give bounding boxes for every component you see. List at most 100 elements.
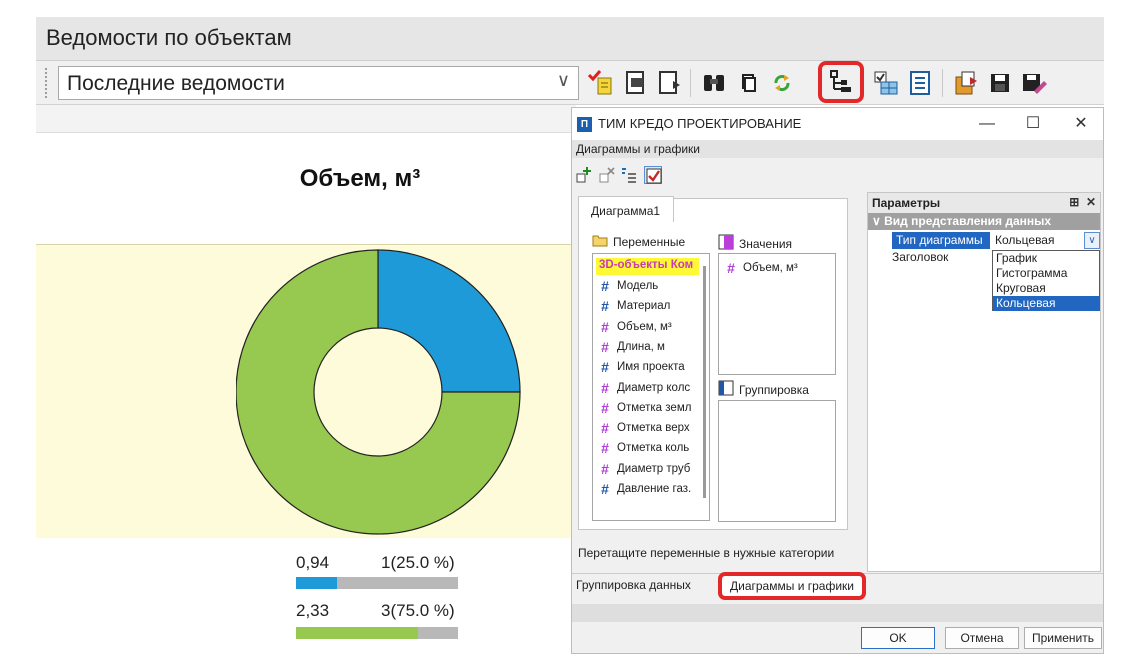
ok-button[interactable]: OK [861,627,935,649]
chevron-down-icon[interactable]: ∨ [872,214,881,228]
grouping-grid-icon [718,380,734,399]
tab-diagram1[interactable]: Диаграмма1 [578,196,674,222]
delete-chart-button[interactable] [598,166,616,184]
option-graph[interactable]: График [993,251,1099,266]
chart-title: Объем, м³ [299,165,421,192]
parameters-header: Параметры ⊞ ✕ [868,193,1100,213]
document-open-icon [626,71,644,94]
floppy-disk-icon [991,74,1009,92]
toolbar-separator [690,69,691,97]
report-check-icon [588,70,612,95]
refresh-icon [774,75,790,91]
panel-controls[interactable]: ⊞ ✕ [1069,195,1096,209]
report-check-button[interactable] [586,67,618,99]
main-toolbar: Последние ведомости ∨ [36,61,1104,105]
folder-icon [592,234,608,250]
duplicate-icon [742,74,756,92]
variable-item-label: Давление газ. [617,483,692,495]
sort-button[interactable] [620,166,638,184]
variable-item[interactable]: # Отметка коль [599,440,689,456]
apply-button[interactable]: Применить [1024,627,1102,649]
screen: Ведомости по объектам Последние ведомост… [0,0,1139,671]
values-item[interactable]: # Объем, м³ [725,260,798,276]
open-report-button[interactable] [620,67,652,99]
dialog-titlebar[interactable]: П ТИМ КРЕДО ПРОЕКТИРОВАНИЕ — ☐ ✕ [572,108,1103,140]
variable-item-label: Длина, м [617,340,665,353]
variable-item[interactable]: # Диаметр колс [599,380,690,396]
variable-item-label: Отметка земл [617,401,692,414]
variable-item-label: Модель [617,280,659,292]
cancel-button[interactable]: Отмена [945,627,1019,649]
copy-report-button[interactable] [654,67,686,99]
refresh-button[interactable] [766,67,798,99]
table-check-button[interactable] [870,67,902,99]
variable-item[interactable]: # Диаметр труб [599,461,690,477]
save-button[interactable] [984,67,1016,99]
apply-check-button[interactable] [644,166,662,184]
hash-icon: # [601,359,609,376]
variable-item[interactable]: # Материал [599,298,670,314]
variable-item[interactable]: # Модель [599,278,658,294]
legend-bar-fill-2 [296,627,418,639]
values-grid-icon [718,234,734,253]
chart-type-select[interactable]: Кольцевая [992,232,1084,249]
chart-type-dropdown: График Гистограмма Круговая Кольцевая [992,250,1100,311]
grouping-drop-zone[interactable] [718,400,836,522]
structure-button[interactable] [818,61,864,103]
grouping-header: Группировка [718,380,809,399]
close-icon[interactable]: ✕ [1066,112,1096,136]
legend-bar-2 [296,627,458,639]
values-drop-zone[interactable]: # Объем, м³ [718,253,836,375]
variables-group-header[interactable]: 3D-объекты Ком [596,258,699,275]
chart-settings-dialog: П ТИМ КРЕДО ПРОЕКТИРОВАНИЕ — ☐ ✕ Диаграм… [571,107,1104,654]
option-pie[interactable]: Круговая [993,281,1099,296]
legend-bar-1 [296,577,458,589]
variable-item-label: Отметка верх [617,422,690,435]
hash-icon: # [601,420,609,437]
variable-item-label: Объем, м³ [617,320,672,333]
property-title-name[interactable]: Заголовок [892,250,948,264]
legend-count-2: 3(75.0 %) [381,601,455,620]
export-button[interactable] [950,67,982,99]
save-edit-icon [1023,74,1047,94]
variable-item[interactable]: # Имя проекта [599,359,685,375]
tree-structure-icon [830,70,851,92]
chevron-down-icon[interactable]: ∨ [1084,232,1100,249]
option-histogram[interactable]: Гистограмма [993,266,1099,281]
variable-item[interactable]: # Длина, м [599,339,665,355]
list-view-button[interactable] [904,67,936,99]
variable-item-label: Материал [617,300,671,313]
variable-item-label: Отметка коль [617,442,690,455]
variables-scrollbar[interactable] [703,266,706,498]
property-chart-type-name[interactable]: Тип диаграммы [892,232,990,249]
legend-value-1: 0,94 [296,553,330,572]
sort-list-icon [622,168,636,183]
add-chart-button[interactable] [575,166,593,184]
save-as-button[interactable] [1018,67,1050,99]
parameters-title: Параметры [872,196,941,210]
minimize-icon[interactable]: — [972,112,1002,136]
variable-item[interactable]: # Объем, м³ [599,319,672,335]
hash-icon: # [727,260,735,276]
chevron-down-icon[interactable]: ∨ [557,70,570,91]
toolbar-grip[interactable] [44,67,48,99]
report-select[interactable]: Последние ведомости ∨ [58,66,579,100]
variable-item-label: Диаметр труб [617,462,691,475]
variable-item[interactable]: # Отметка земл [599,400,691,416]
tab-charts-graphs[interactable]: Диаграммы и графики [718,572,866,600]
duplicate-button[interactable] [732,67,764,99]
hash-icon: # [601,318,609,335]
find-button[interactable] [698,67,730,99]
variable-item[interactable]: # Давление газ. [599,481,691,497]
tab-data-grouping[interactable]: Группировка данных [576,578,691,592]
pin-icon[interactable]: ⊞ [1069,195,1079,209]
property-category[interactable]: ∨ Вид представления данных [868,213,1100,230]
legend-count-1: 1(25.0 %) [381,553,455,572]
close-icon[interactable]: ✕ [1086,195,1096,209]
variables-list[interactable]: 3D-объекты Ком # Модель # Материал # Объем, м… [592,253,710,521]
option-donut[interactable]: Кольцевая [993,296,1099,311]
maximize-icon[interactable]: ☐ [1018,112,1048,136]
parameters-panel: Параметры ⊞ ✕ ∨ Вид представления данных… [867,192,1101,572]
table-check-icon [874,71,898,95]
variable-item[interactable]: # Отметка верх [599,420,690,436]
